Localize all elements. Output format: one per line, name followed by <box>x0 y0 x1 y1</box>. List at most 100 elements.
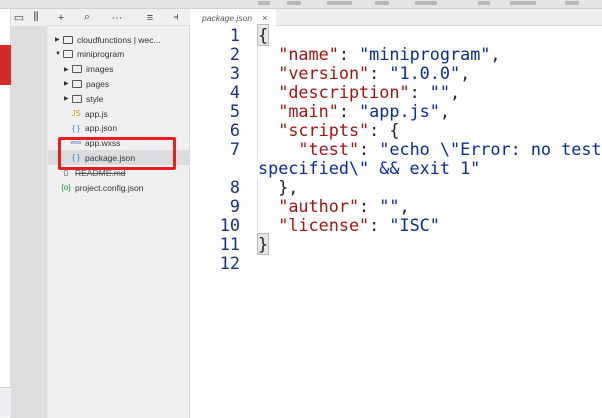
file-tree-item[interactable]: ▶ pages <box>48 76 191 91</box>
code-token: : <box>359 196 380 216</box>
panel-divider <box>11 9 47 418</box>
code-token: "main" <box>278 101 339 121</box>
code-token: "miniprogram" <box>359 44 491 64</box>
file-tree-item[interactable]: {o} project.config.json <box>48 180 191 195</box>
file-tree-item[interactable]: JS app.js <box>48 106 191 121</box>
code-token: : <box>338 101 360 121</box>
simulator-icon[interactable]: ▭ <box>11 11 27 24</box>
collapse-icon[interactable]: ≡ <box>135 12 165 24</box>
file-name: app.json <box>85 123 118 134</box>
config-file-icon: {o} <box>61 183 71 192</box>
js-file-icon: JS <box>71 109 81 118</box>
chevron-right-icon[interactable]: ▶ <box>55 36 63 43</box>
code-token: , <box>399 196 410 216</box>
line-number: 5 <box>229 101 240 121</box>
line-number: 2 <box>229 44 240 64</box>
chevron-right-icon[interactable]: ▶ <box>64 95 72 102</box>
line-number: 1 <box>229 25 240 45</box>
code-line: 12 <box>190 254 240 273</box>
json-file-icon: { } <box>72 123 80 133</box>
code-line: 8 }, <box>190 178 298 197</box>
folder-icon <box>72 94 82 103</box>
code-token: "" <box>429 82 450 102</box>
simulator-footer <box>0 387 11 417</box>
code-token: "author" <box>278 196 360 216</box>
file-name: miniprogram <box>77 49 125 60</box>
line-number: 10 <box>219 215 240 235</box>
file-tree-item[interactable]: ▶ images <box>48 62 191 77</box>
folder-icon <box>63 50 73 59</box>
file-explorer: ▶ cloudfunctions | wec... ▼ miniprogram ▶ ima… <box>47 26 191 418</box>
code-token: "description" <box>278 82 410 102</box>
tab-bar: package.json × <box>190 9 602 26</box>
file-name: pages <box>86 78 110 89</box>
close-icon[interactable]: × <box>262 13 267 23</box>
code-line: 5 "main": "app.js", <box>190 101 450 121</box>
tab-package-json[interactable]: package.json × <box>190 9 276 26</box>
code-token: specified\" && exit 1" <box>258 158 481 178</box>
menu-bar <box>0 0 602 9</box>
chevron-right-icon[interactable]: ▶ <box>64 66 72 73</box>
line-number: 9 <box>229 196 240 216</box>
file-tree-item[interactable]: ▶ style <box>48 91 191 106</box>
code-token: "" <box>379 196 400 216</box>
line-number: 3 <box>229 63 240 83</box>
line-number: 11 <box>219 234 240 254</box>
code-token: "test" <box>298 139 360 159</box>
code-token: : <box>369 215 390 235</box>
code-token: , <box>490 44 501 64</box>
file-tree-item[interactable]: ▶ cloudfunctions | wec... <box>48 32 191 47</box>
code-line: 3 "version": "1.0.0", <box>190 63 470 83</box>
search-icon[interactable]: ⌕ <box>75 11 99 24</box>
line-number: 4 <box>229 82 240 102</box>
code-token: : <box>409 82 430 102</box>
code-token: "name" <box>278 44 339 64</box>
more-icon[interactable]: ··· <box>99 12 135 24</box>
file-name: images <box>86 64 114 75</box>
line-number: 7 <box>229 139 240 159</box>
highlight-annotation <box>58 137 176 170</box>
code-token: , <box>460 63 471 83</box>
code-token: : <box>338 44 360 64</box>
file-name: style <box>86 93 104 104</box>
code-token: "ISC" <box>389 215 440 235</box>
code-token: } <box>256 233 270 255</box>
simulator-header <box>0 45 11 85</box>
line-number: 12 <box>219 253 240 273</box>
folder-icon <box>72 65 82 74</box>
code-line: 4 "description": "", <box>190 82 460 102</box>
code-token: }, <box>258 177 299 197</box>
file-tree-item[interactable]: { } app.json <box>48 121 191 136</box>
split-panel-icon[interactable]: ⫼ <box>27 11 45 24</box>
code-area[interactable]: 1{2 "name": "miniprogram", 3 "version": "… <box>190 24 602 273</box>
chevron-down-icon[interactable]: ▼ <box>55 51 63 57</box>
code-line: 11} <box>190 233 270 255</box>
code-token: "scripts" <box>278 120 370 140</box>
code-token: , <box>439 101 450 121</box>
code-line: specified\" && exit 1" <box>190 159 480 178</box>
code-editor[interactable]: package.json × 1 {2 "name": "miniprogram"… <box>190 9 602 418</box>
chevron-right-icon[interactable]: ▶ <box>64 80 72 87</box>
panel-toggle-icon[interactable]: ⫞ <box>165 11 187 24</box>
code-token: "echo \"Error: no test <box>379 139 602 159</box>
simulator-panel <box>0 9 11 418</box>
code-line: 10 "license": "ISC" <box>190 215 440 235</box>
line-number: 6 <box>229 120 240 140</box>
code-token: "1.0.0" <box>389 63 461 83</box>
code-token: "version" <box>278 63 370 83</box>
folder-icon <box>72 79 82 88</box>
add-icon[interactable]: + <box>47 12 75 24</box>
code-token: : <box>359 139 380 159</box>
file-name: cloudfunctions | wec... <box>77 34 161 45</box>
code-token: { <box>256 24 270 46</box>
file-tree-item[interactable]: ▼ miniprogram <box>48 47 191 62</box>
code-token: : { <box>369 120 400 140</box>
code-line: 2 "name": "miniprogram", <box>190 44 501 64</box>
